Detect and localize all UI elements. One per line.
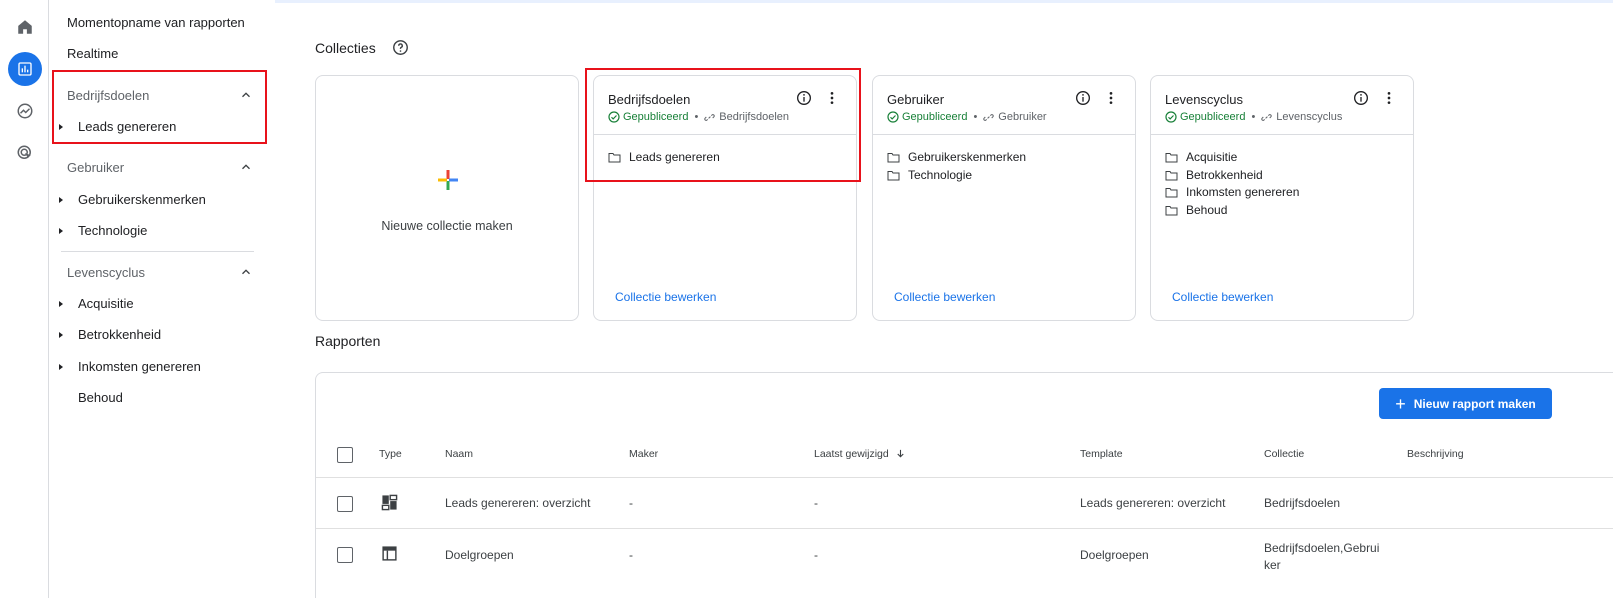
- chevron-up-icon[interactable]: [239, 160, 253, 174]
- nav-item-technologie[interactable]: Technologie: [59, 223, 147, 238]
- edit-collection-link[interactable]: Collectie bewerken: [1172, 290, 1273, 304]
- nav-item-gebruikerskenmerken[interactable]: Gebruikerskenmerken: [59, 192, 206, 207]
- row-template: Leads genereren: overzicht: [1080, 496, 1226, 510]
- row-maker: -: [629, 548, 633, 562]
- chevron-up-icon[interactable]: [239, 265, 253, 279]
- highlight-box-nav: [52, 70, 267, 144]
- col-header-modified[interactable]: Laatst gewijzigd: [814, 448, 906, 460]
- nav-item-inkomsten-genereren[interactable]: Inkomsten genereren: [59, 359, 201, 374]
- select-all-checkbox[interactable]: [337, 447, 353, 463]
- folder-item[interactable]: Behoud: [1165, 203, 1227, 217]
- caret-right-icon: [59, 196, 63, 203]
- folder-icon: [1165, 187, 1178, 197]
- row-maker: -: [629, 496, 633, 510]
- edit-collection-link[interactable]: Collectie bewerken: [894, 290, 995, 304]
- folder-icon: [1165, 170, 1178, 180]
- plus-icon: [438, 170, 458, 190]
- card-link-label: Levenscyclus: [1276, 111, 1343, 123]
- home-icon[interactable]: [8, 10, 42, 44]
- row-checkbox[interactable]: [337, 547, 353, 563]
- col-header-name[interactable]: Naam: [445, 448, 473, 460]
- new-collection-label: Nieuwe collectie maken: [381, 219, 513, 233]
- more-vert-icon[interactable]: [1381, 90, 1397, 106]
- caret-right-icon: [59, 331, 63, 338]
- more-vert-icon[interactable]: [1103, 90, 1119, 106]
- folder-item[interactable]: Inkomsten genereren: [1165, 185, 1299, 199]
- folder-icon: [1165, 152, 1178, 162]
- nav-item-acquisitie[interactable]: Acquisitie: [59, 296, 134, 311]
- col-header-collection[interactable]: Collectie: [1264, 448, 1304, 460]
- nav-divider: [61, 251, 254, 252]
- help-icon[interactable]: [392, 39, 409, 56]
- row-checkbox[interactable]: [337, 496, 353, 512]
- table-icon: [382, 546, 397, 561]
- folder-item[interactable]: Gebruikerskenmerken: [887, 150, 1026, 164]
- row-name[interactable]: Doelgroepen: [445, 548, 514, 562]
- status-badge: Gepubliceerd: [902, 111, 968, 123]
- nav-realtime[interactable]: Realtime: [67, 46, 118, 61]
- row-collection: Bedrijfsdoelen: [1264, 496, 1341, 510]
- row-divider: [316, 528, 1613, 529]
- card-divider: [873, 134, 1135, 135]
- new-report-button[interactable]: + Nieuw rapport maken: [1379, 388, 1552, 419]
- collections-title: Collecties: [315, 40, 376, 56]
- nav-section-gebruiker[interactable]: Gebruiker: [67, 160, 124, 175]
- reports-icon[interactable]: [8, 52, 42, 86]
- collection-card-levenscyclus[interactable]: Levenscyclus Gepubliceerd • Levenscyclus…: [1150, 75, 1414, 321]
- row-template: Doelgroepen: [1080, 548, 1149, 562]
- nav-section-levenscyclus[interactable]: Levenscyclus: [67, 265, 145, 280]
- advertising-icon[interactable]: [8, 136, 42, 170]
- check-circle-icon: [1165, 111, 1177, 123]
- card-meta: Gepubliceerd • Gebruiker: [887, 111, 1047, 123]
- highlight-box-card: [585, 68, 861, 182]
- edit-collection-link[interactable]: Collectie bewerken: [615, 290, 716, 304]
- explore-icon[interactable]: [8, 94, 42, 128]
- folder-item[interactable]: Betrokkenheid: [1165, 168, 1263, 182]
- folder-item[interactable]: Acquisitie: [1165, 150, 1237, 164]
- card-divider: [1151, 134, 1413, 135]
- col-header-description[interactable]: Beschrijving: [1407, 448, 1464, 460]
- nav-item-betrokkenheid[interactable]: Betrokkenheid: [59, 327, 161, 342]
- folder-icon: [887, 170, 900, 180]
- link-icon: [1261, 113, 1272, 121]
- row-modified: -: [814, 496, 818, 510]
- status-badge: Gepubliceerd: [1180, 111, 1246, 123]
- col-header-maker[interactable]: Maker: [629, 448, 658, 460]
- info-icon[interactable]: [1075, 90, 1091, 106]
- row-collection: Bedrijfsdoelen,Gebrui ker: [1264, 541, 1380, 572]
- folder-item[interactable]: Technologie: [887, 168, 972, 182]
- reports-title: Rapporten: [315, 333, 381, 349]
- caret-right-icon: [59, 300, 63, 307]
- row-modified: -: [814, 548, 818, 562]
- card-title: Levenscyclus: [1165, 92, 1244, 107]
- caret-right-icon: [59, 363, 63, 370]
- link-icon: [983, 113, 994, 121]
- card-link-label: Gebruiker: [998, 111, 1047, 123]
- card-meta: Gepubliceerd • Levenscyclus: [1165, 111, 1342, 123]
- folder-icon: [1165, 205, 1178, 215]
- new-collection-card[interactable]: Nieuwe collectie maken: [315, 75, 579, 321]
- nav-item-behoud[interactable]: Behoud: [59, 390, 123, 405]
- col-header-type[interactable]: Type: [379, 448, 402, 460]
- col-header-template[interactable]: Template: [1080, 448, 1123, 460]
- row-divider: [316, 477, 1613, 478]
- plus-icon: +: [1395, 393, 1406, 414]
- icon-rail: [0, 0, 49, 598]
- row-name[interactable]: Leads genereren: overzicht: [445, 496, 590, 510]
- caret-right-icon: [59, 227, 63, 234]
- info-icon[interactable]: [1353, 90, 1369, 106]
- check-circle-icon: [887, 111, 899, 123]
- nav-snapshot[interactable]: Momentopname van rapporten: [67, 15, 245, 30]
- collection-card-gebruiker[interactable]: Gebruiker Gepubliceerd • Gebruiker Gebru…: [872, 75, 1136, 321]
- arrow-down-icon: [897, 449, 904, 458]
- card-title: Gebruiker: [887, 92, 945, 107]
- dashboard-icon: [381, 494, 398, 511]
- folder-icon: [887, 152, 900, 162]
